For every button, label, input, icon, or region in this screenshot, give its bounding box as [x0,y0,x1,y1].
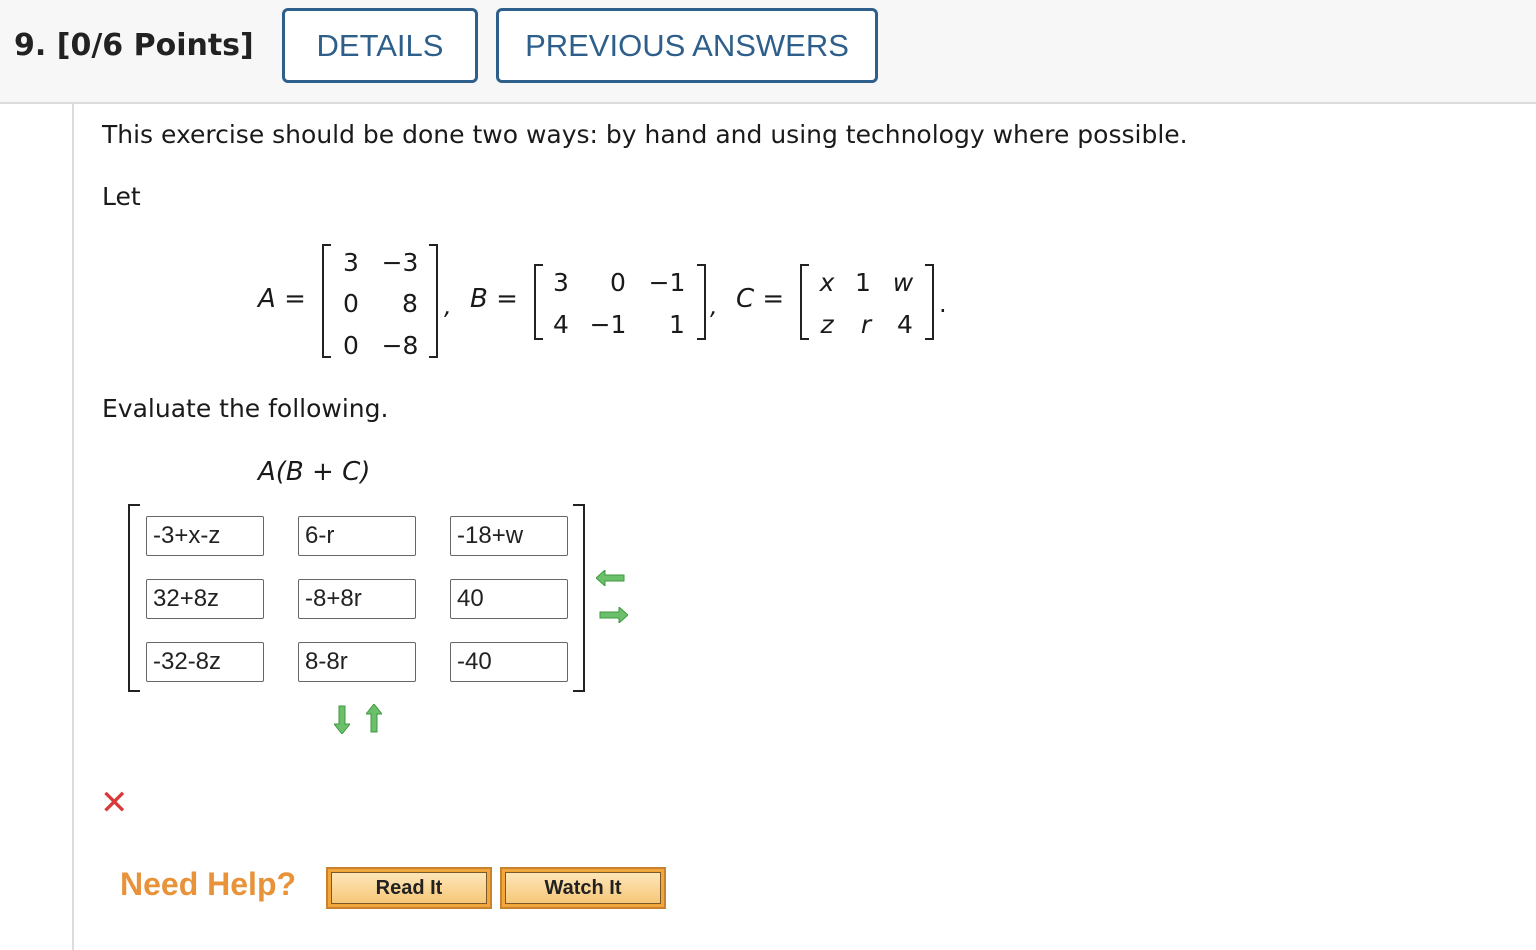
matrix-a-cell: −8 [381,331,419,360]
matrix-b-cell: −1 [648,268,686,297]
left-border [72,104,74,950]
answer-left-bracket [128,504,140,692]
let-label: Let [102,182,141,211]
answer-cell-1-3[interactable] [450,516,568,556]
matrix-c-label: C = [736,284,785,314]
add-row-arrow-icon[interactable] [334,704,350,734]
read-it-button[interactable]: Read It [326,867,492,909]
comma: , [444,292,452,320]
matrix-a-label: A = [258,284,306,314]
answer-cell-1-2[interactable] [298,516,416,556]
matrix-b-cell: −1 [589,310,627,339]
expression-label: A(B + C) [258,457,371,487]
matrix-a-right-bracket [429,244,438,358]
matrix-c-cell: 1 [855,268,871,297]
comma: , [710,292,718,320]
matrix-a-cell: 0 [343,331,359,360]
period: . [939,290,947,318]
answer-right-bracket [573,504,585,692]
previous-answers-button[interactable]: PREVIOUS ANSWERS [496,8,878,83]
matrix-c-cell: 4 [897,310,913,339]
watch-it-label: Watch It [505,872,661,904]
answer-cell-2-3[interactable] [450,579,568,619]
matrix-c-right-bracket [925,264,934,340]
matrix-a-cell: −3 [381,248,419,277]
add-column-arrow-icon[interactable] [598,607,628,623]
matrix-b-cell: 3 [553,268,569,297]
matrix-b-cell: 4 [553,310,569,339]
matrix-c-cell: r [860,310,872,339]
watch-it-button[interactable]: Watch It [500,867,666,909]
matrix-c-cell: w [892,268,914,297]
matrix-b-label: B = [470,284,518,314]
answer-cell-3-3[interactable] [450,642,568,682]
matrix-b-cell: 1 [669,310,685,339]
matrix-b-right-bracket [697,264,706,340]
remove-row-arrow-icon[interactable] [366,704,382,734]
instruction-text: This exercise should be done two ways: b… [102,120,1188,149]
answer-cell-1-1[interactable] [146,516,264,556]
matrix-c-cell: z [820,310,834,339]
answer-cell-2-2[interactable] [298,579,416,619]
incorrect-x-icon: ✕ [100,783,129,823]
matrix-a-cell: 8 [402,289,418,318]
answer-cell-3-1[interactable] [146,642,264,682]
answer-cell-3-2[interactable] [298,642,416,682]
read-it-label: Read It [331,872,487,904]
details-button[interactable]: DETAILS [282,8,478,83]
matrix-c-cell: x [819,268,835,297]
matrix-a-cell: 3 [343,248,359,277]
evaluate-text: Evaluate the following. [102,394,389,423]
remove-column-arrow-icon[interactable] [596,570,626,586]
need-help-label: Need Help? [120,866,297,902]
matrix-a-left-bracket [322,244,331,358]
question-header: 9. [0/6 Points] DETAILS PREVIOUS ANSWERS [0,0,1536,104]
points-score: [0/6 Points] [56,28,254,63]
matrix-a-cell: 0 [343,289,359,318]
matrix-b-cell: 0 [610,268,626,297]
question-title: 9. [0/6 Points] [14,28,254,63]
answer-cell-2-1[interactable] [146,579,264,619]
